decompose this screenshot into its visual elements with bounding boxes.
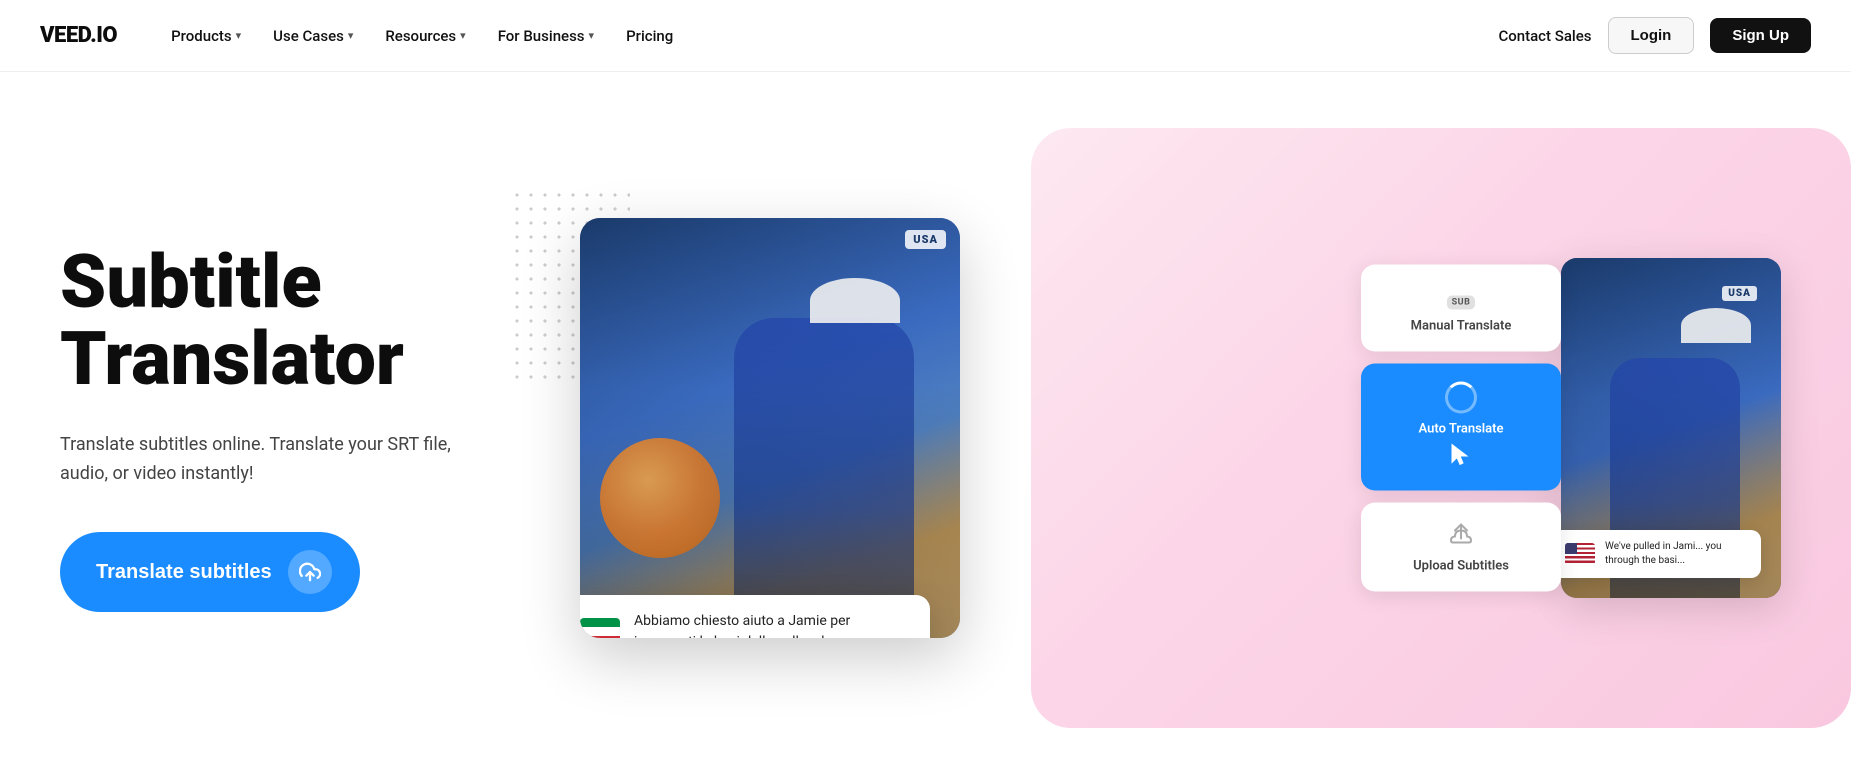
cap-silhouette	[810, 278, 900, 323]
italian-flag-icon	[580, 618, 620, 638]
auto-translate-option[interactable]: Auto Translate	[1361, 364, 1561, 491]
manual-translate-option[interactable]: SUB Manual Translate	[1361, 265, 1561, 352]
italian-subtitle-card: Abbiamo chiesto aiuto a Jamie per insegn…	[580, 595, 930, 638]
hero-title: Subtitle Translator	[60, 244, 540, 399]
cursor-decoration	[1377, 443, 1545, 473]
upload-subtitles-label: Upload Subtitles	[1377, 559, 1545, 574]
us-flag-icon	[1565, 543, 1595, 565]
upload-subtitles-option[interactable]: Upload Subtitles	[1361, 503, 1561, 592]
secondary-video-background: USA We've pulled in Jami... you through …	[1561, 258, 1781, 598]
hero-left: Subtitle Translator Translate subtitles …	[60, 244, 540, 613]
auto-translate-label: Auto Translate	[1377, 422, 1545, 437]
upload-cloud-icon	[299, 561, 321, 583]
english-subtitle-card: We've pulled in Jami... you through the …	[1561, 530, 1761, 578]
logo[interactable]: VEED.IO	[40, 23, 117, 48]
flag-red-stripe	[580, 636, 620, 638]
signup-button[interactable]: Sign Up	[1710, 18, 1811, 53]
translate-panel: SUB Manual Translate Auto Translate	[1361, 265, 1561, 592]
nav-right: Contact Sales Login Sign Up	[1498, 17, 1811, 54]
nav-pricing[interactable]: Pricing	[612, 19, 687, 53]
contact-sales-link[interactable]: Contact Sales	[1498, 27, 1591, 45]
cloud-upload-icon	[1377, 521, 1545, 551]
login-button[interactable]: Login	[1608, 17, 1695, 54]
nav-products[interactable]: Products ▾	[157, 19, 255, 53]
hero-subtitle: Translate subtitles online. Translate yo…	[60, 431, 460, 489]
nav-links: Products ▾ Use Cases ▾ Resources ▾ For B…	[157, 19, 1498, 53]
loading-spinner	[1445, 382, 1477, 414]
hero-section: Subtitle Translator Translate subtitles …	[0, 72, 1851, 784]
translate-subtitles-button[interactable]: Translate subtitles	[60, 532, 360, 612]
main-video-card: USA Abbiamo chiesto aiuto a Jamie per in…	[580, 218, 960, 638]
secondary-video-card: USA We've pulled in Jami... you through …	[1561, 258, 1781, 598]
flag-green-stripe	[580, 618, 620, 627]
flag-white-stripe	[580, 627, 620, 636]
chevron-down-icon: ▾	[236, 29, 242, 42]
nav-use-cases[interactable]: Use Cases ▾	[259, 19, 367, 53]
us-flag-canton	[1565, 543, 1577, 554]
nav-resources[interactable]: Resources ▾	[371, 19, 479, 53]
navbar: VEED.IO Products ▾ Use Cases ▾ Resources…	[0, 0, 1851, 72]
video-background: USA	[580, 218, 960, 638]
subtitle-icon: SUB	[1377, 283, 1545, 311]
chevron-down-icon: ▾	[348, 29, 354, 42]
italian-subtitle-text: Abbiamo chiesto aiuto a Jamie per insegn…	[634, 611, 910, 638]
manual-translate-label: Manual Translate	[1377, 319, 1545, 334]
english-subtitle-text: We've pulled in Jami... you through the …	[1605, 540, 1747, 568]
cursor-icon	[1450, 443, 1472, 469]
secondary-cap-silhouette	[1681, 308, 1751, 343]
volleyball-decoration	[600, 438, 720, 558]
upload-icon-circle	[288, 550, 332, 594]
hero-right: USA Abbiamo chiesto aiuto a Jamie per in…	[540, 128, 1791, 728]
usa-badge-main: USA	[905, 228, 946, 247]
chevron-down-icon: ▾	[460, 29, 466, 42]
nav-for-business[interactable]: For Business ▾	[484, 19, 608, 53]
chevron-down-icon: ▾	[589, 29, 595, 42]
player-silhouette	[734, 318, 914, 638]
